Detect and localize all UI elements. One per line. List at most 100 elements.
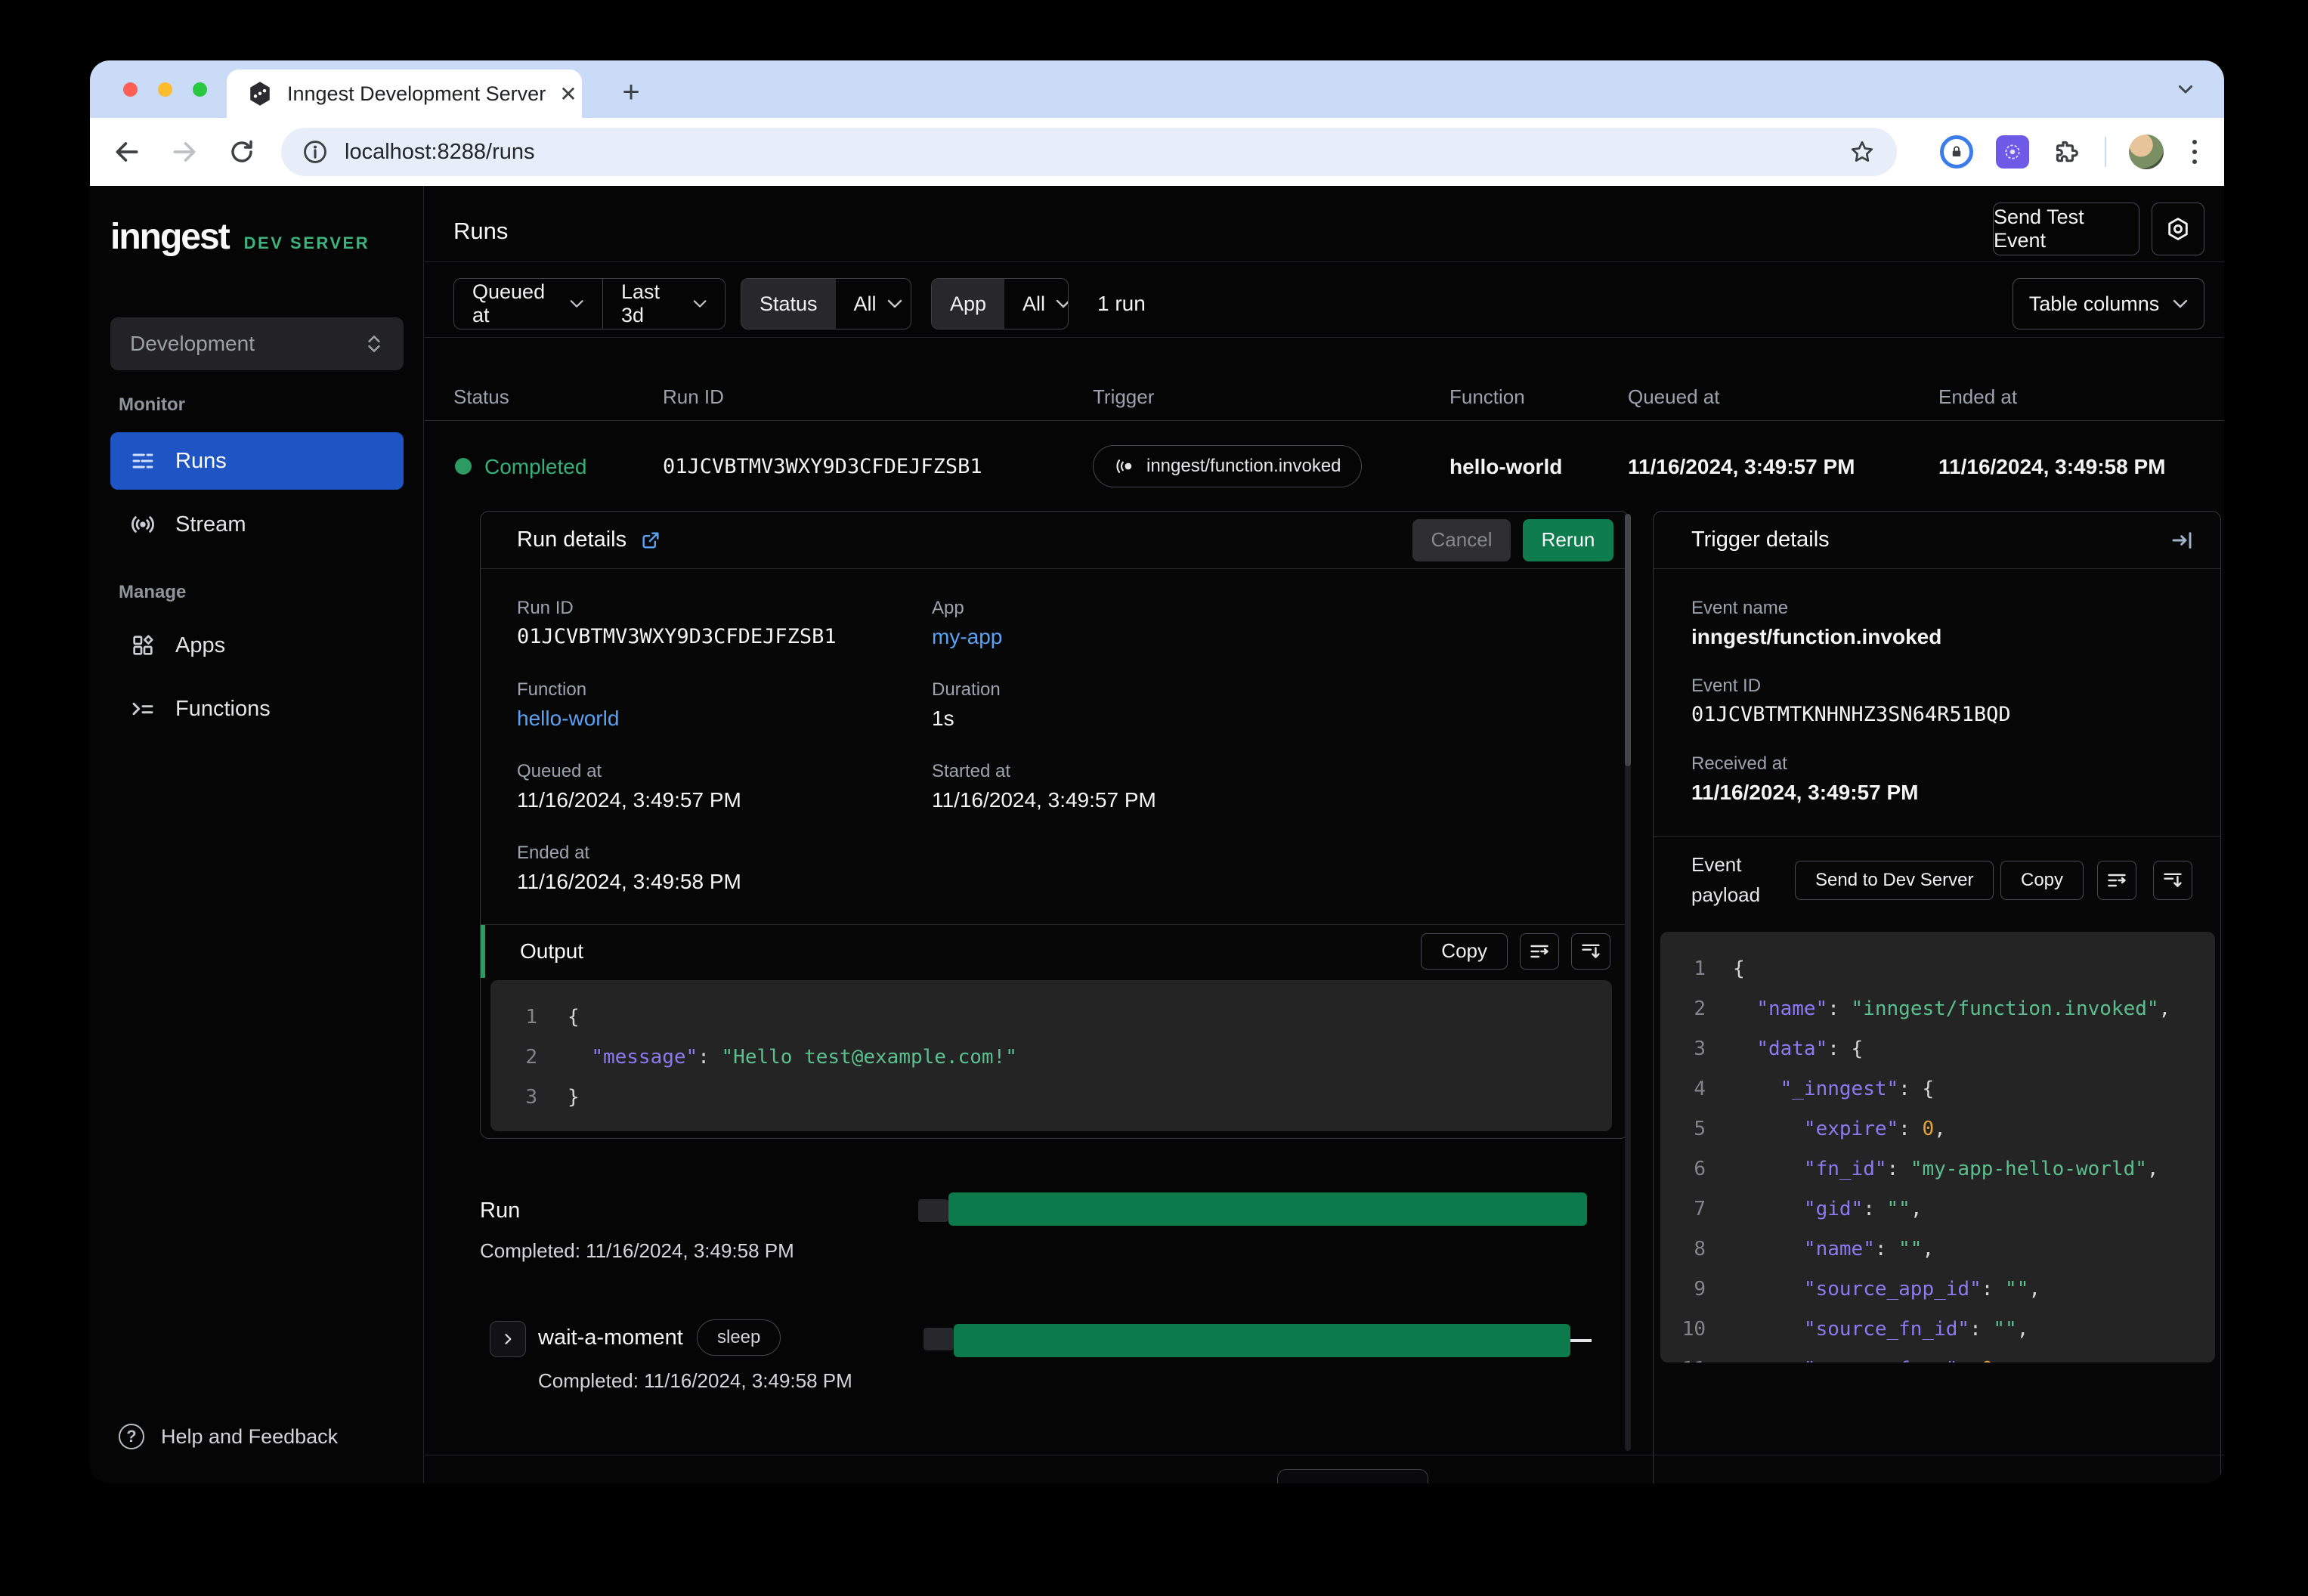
tab-close-icon[interactable]: ✕ xyxy=(559,82,577,107)
status-filter-label: Status xyxy=(741,279,836,329)
send-test-event-button[interactable]: Send Test Event xyxy=(1993,203,2139,255)
col-header-run-id[interactable]: Run ID xyxy=(663,385,724,409)
chevron-down-icon xyxy=(693,300,707,308)
function-cell: hello-world xyxy=(1449,455,1563,478)
step-progress-bar[interactable] xyxy=(954,1324,1570,1357)
time-field-filter[interactable]: Queued at xyxy=(454,279,602,329)
trigger-details-title: Trigger details xyxy=(1691,527,1830,552)
code-line: 2 "message": "Hello test@example.com!" xyxy=(490,1037,1612,1077)
browser-toolbar: localhost:8288/runs xyxy=(90,118,2224,186)
collapse-panel-icon[interactable] xyxy=(2170,528,2195,552)
reload-icon[interactable] xyxy=(221,131,262,172)
browser-extension-icon[interactable] xyxy=(1996,135,2029,169)
forward-icon[interactable] xyxy=(164,131,205,172)
browser-menu-icon[interactable] xyxy=(2186,140,2203,164)
sidebar-item-label: Functions xyxy=(175,696,271,721)
profile-avatar[interactable] xyxy=(2129,135,2164,169)
time-range-filter[interactable]: Last 3d xyxy=(603,279,725,329)
environment-select[interactable]: Development xyxy=(110,317,404,370)
copy-payload-button[interactable]: Copy xyxy=(2000,861,2084,900)
browser-tab-strip: Inngest Development Server ✕ + xyxy=(90,60,2224,118)
app-filter-value[interactable]: All xyxy=(1004,279,1068,329)
trigger-badge[interactable]: inngest/function.invoked xyxy=(1093,445,1362,487)
scroll-to-bottom-icon[interactable] xyxy=(2153,861,2192,900)
col-header-queued-at[interactable]: Queued at xyxy=(1628,385,1719,409)
zoom-window-button[interactable] xyxy=(193,82,207,97)
minimize-window-button[interactable] xyxy=(158,82,172,97)
output-section-header: Output Copy xyxy=(481,924,1629,978)
queued-at-cell: 11/16/2024, 3:49:57 PM xyxy=(1628,455,1855,478)
line-number: 2 xyxy=(1694,997,1706,1020)
word-wrap-icon[interactable] xyxy=(1520,933,1559,970)
table-columns-button[interactable]: Table columns xyxy=(2013,278,2204,329)
new-tab-button[interactable]: + xyxy=(610,71,652,113)
timeline-run-label[interactable]: Run xyxy=(480,1199,520,1223)
line-number: 10 xyxy=(1681,1317,1706,1341)
status-filter-value[interactable]: All xyxy=(836,279,911,329)
col-header-status[interactable]: Status xyxy=(453,385,509,409)
help-and-feedback[interactable]: ? Help and Feedback xyxy=(119,1424,338,1449)
col-header-ended-at[interactable]: Ended at xyxy=(1938,385,2017,409)
cancel-button[interactable]: Cancel xyxy=(1412,518,1511,561)
sidebar-item-stream[interactable]: Stream xyxy=(110,496,404,553)
run-progress-bar[interactable] xyxy=(948,1192,1587,1226)
output-code-block[interactable]: 1{2 "message": "Hello test@example.com!"… xyxy=(490,980,1612,1131)
col-header-trigger[interactable]: Trigger xyxy=(1093,385,1154,409)
code-line: 5 "expire": 0, xyxy=(1660,1109,2215,1149)
sidebar-item-functions[interactable]: Functions xyxy=(110,680,404,738)
environment-select-value: Development xyxy=(130,332,255,355)
line-number: 3 xyxy=(525,1085,537,1109)
run-details-title: Run details xyxy=(517,527,661,552)
url-bar[interactable]: localhost:8288/runs xyxy=(281,128,1897,176)
field-label: Queued at xyxy=(517,761,602,781)
app-link[interactable]: my-app xyxy=(932,625,1002,649)
step-name[interactable]: wait-a-moment xyxy=(538,1325,683,1350)
send-to-dev-server-button[interactable]: Send to Dev Server xyxy=(1795,861,1994,900)
sidebar-item-apps[interactable]: Apps xyxy=(110,617,404,674)
url-text[interactable]: localhost:8288/runs xyxy=(345,140,1832,165)
run-id-value: 01JCVBTMV3WXY9D3CFDEJFZSB1 xyxy=(517,625,837,648)
scroll-to-bottom-icon[interactable] xyxy=(1571,933,1610,970)
browser-tab[interactable]: Inngest Development Server ✕ xyxy=(227,70,582,118)
trigger-details-panel: Trigger details Event name inngest/funct… xyxy=(1653,511,2221,1483)
back-icon[interactable] xyxy=(107,131,147,172)
sidebar-item-runs[interactable]: Runs xyxy=(110,432,404,490)
help-icon: ? xyxy=(119,1424,144,1449)
status-filter-group: Status All xyxy=(741,278,911,329)
duration-value: 1s xyxy=(932,707,954,730)
event-payload-code-block[interactable]: 1{2 "name": "inngest/function.invoked", 3… xyxy=(1660,932,2215,1362)
copy-output-button[interactable]: Copy xyxy=(1421,933,1508,970)
step-queue-segment xyxy=(924,1328,954,1350)
code-line: 11 "source_fn_v": 0 xyxy=(1660,1349,2215,1363)
col-header-function[interactable]: Function xyxy=(1449,385,1525,409)
code-line: 4 "_inngest": { xyxy=(1660,1069,2215,1109)
app-filter-label: App xyxy=(932,279,1005,329)
dev-server-badge: DEV SERVER xyxy=(243,234,370,252)
site-info-icon[interactable] xyxy=(302,139,328,165)
tab-search-chevron-icon[interactable] xyxy=(2174,77,2197,100)
extensions-puzzle-icon[interactable] xyxy=(2052,137,2082,167)
time-filter-group: Queued at Last 3d xyxy=(453,278,726,329)
rerun-button[interactable]: Rerun xyxy=(1523,518,1613,561)
bookmark-star-icon[interactable] xyxy=(1849,138,1876,165)
external-link-icon[interactable] xyxy=(640,530,661,551)
run-queue-segment xyxy=(918,1199,948,1222)
close-window-button[interactable] xyxy=(123,82,138,97)
field-label: Function xyxy=(517,679,587,700)
word-wrap-icon[interactable] xyxy=(2097,861,2136,900)
chevron-down-icon xyxy=(2173,299,2188,308)
table-columns-label: Table columns xyxy=(2028,292,2160,315)
function-link[interactable]: hello-world xyxy=(517,707,619,731)
field-label: Duration xyxy=(932,679,1001,700)
expand-step-button[interactable] xyxy=(490,1321,526,1357)
code-line: 6 "fn_id": "my-app-hello-world", xyxy=(1660,1149,2215,1189)
run-status: Completed xyxy=(484,455,587,478)
timeline-zoom-button[interactable] xyxy=(1277,1469,1428,1483)
details-scrollbar-thumb[interactable] xyxy=(1625,514,1631,766)
line-number: 7 xyxy=(1694,1197,1706,1220)
settings-button[interactable] xyxy=(2152,203,2204,255)
app-filter-group: App All xyxy=(931,278,1069,329)
password-manager-extension-icon[interactable] xyxy=(1940,135,1973,169)
favicon xyxy=(246,80,274,107)
event-name-value: inngest/function.invoked xyxy=(1691,625,1942,648)
